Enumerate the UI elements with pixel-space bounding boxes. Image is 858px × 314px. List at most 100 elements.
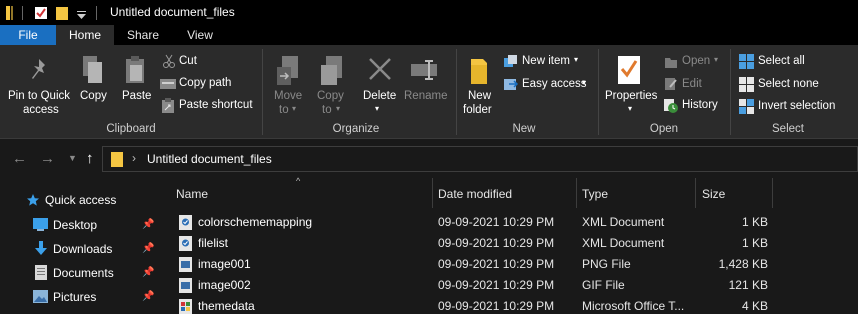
properties-icon [617,55,641,88]
file-date: 09-09-2021 10:29 PM [438,299,555,313]
new-folder-quick-icon[interactable] [56,6,68,23]
nav-item-quick-access[interactable]: Quick access [0,189,162,211]
new-folder-icon [469,57,489,88]
delete-x-icon [368,57,392,84]
copy-path-label: Copy path [179,77,232,89]
desktop-icon [33,218,48,234]
table-row[interactable]: image001 09-09-2021 10:29 PM PNG File 1,… [162,254,858,275]
ribbon-divider [262,49,263,135]
properties-label: Properties [605,90,658,102]
address-bar[interactable]: › Untitled document_files [102,146,858,172]
column-header-label: Name [176,187,209,201]
file-type: Microsoft Office T... [582,299,685,313]
column-header-label: Date modified [438,187,513,201]
documents-icon [35,265,47,283]
column-header-date-modified[interactable]: Date modified [433,178,576,208]
image-file-icon [179,257,192,272]
new-item-dropdown-icon: ▾ [574,55,579,64]
breadcrumb-chevron-icon[interactable]: › [132,151,136,165]
column-header-type[interactable]: Type [577,178,695,208]
file-list: ^ Name Date modified Type Size colorsche… [162,176,858,314]
file-date: 09-09-2021 10:29 PM [438,236,555,250]
title-bar: Untitled document_files [0,0,858,25]
copy-to-dropdown-icon: ▾ [336,104,341,113]
rename-icon [410,59,438,84]
pin-label-line2: access [23,104,59,116]
address-row: ← → ▼ ↑ › Untitled document_files [0,140,858,178]
image-file-icon [179,278,192,293]
tab-home[interactable]: Home [56,25,114,45]
tab-file[interactable]: File [0,25,56,45]
invert-selection-icon [739,99,754,117]
table-row[interactable]: image002 09-09-2021 10:29 PM GIF File 12… [162,275,858,296]
copy-path-icon [160,78,176,93]
file-size: 121 KB [728,278,768,292]
delete-label: Delete [363,90,397,102]
file-size: 1 KB [741,215,768,229]
column-header-label: Size [702,187,726,201]
new-group-label: New [512,123,536,135]
file-size: 4 KB [741,299,768,313]
table-row[interactable]: themedata 09-09-2021 10:29 PM Microsoft … [162,296,858,314]
tab-share[interactable]: Share [114,25,172,45]
ribbon-divider [598,49,599,135]
file-size: 1 KB [741,236,768,250]
open-group-label: Open [649,123,679,135]
paste-label: Paste [122,90,152,102]
download-arrow-icon [34,241,48,259]
column-divider[interactable] [772,178,773,208]
select-all-label: Select all [758,55,805,67]
up-arrow-icon[interactable]: ↑ [86,150,94,167]
history-label: History [682,99,718,111]
table-row[interactable]: colorschememapping 09-09-2021 10:29 PM X… [162,212,858,233]
file-type: GIF File [582,278,625,292]
recent-locations-chevron-down-icon[interactable]: ▼ [68,153,77,163]
forward-arrow-icon[interactable]: → [40,150,55,167]
edit-label: Edit [682,78,702,90]
column-header-label: Type [582,187,609,201]
tab-view[interactable]: View [172,25,228,45]
move-to-label-line1: Move [274,90,303,102]
new-item-icon [503,54,519,71]
pin-icon[interactable]: 📌 [142,291,154,302]
properties-dropdown-icon: ▾ [628,104,633,113]
ribbon-tabs: File Home Share View [0,25,858,45]
table-row[interactable]: filelist 09-09-2021 10:29 PM XML Documen… [162,233,858,254]
file-type: PNG File [582,257,631,271]
nav-item-pictures[interactable]: Pictures 📌 [0,286,162,308]
back-arrow-icon[interactable]: ← [12,150,27,167]
column-header-size[interactable]: Size [696,178,772,208]
ribbon-divider [730,49,731,135]
pin-icon[interactable]: 📌 [142,267,154,278]
file-date: 09-09-2021 10:29 PM [438,257,555,271]
copy-to-label-line2: to [322,104,332,116]
nav-item-downloads[interactable]: Downloads 📌 [0,238,162,260]
xml-file-icon [179,215,192,230]
properties-check-icon[interactable] [34,6,48,23]
nav-label: Quick access [45,193,117,207]
file-name: themedata [198,299,255,313]
easy-access-dropdown-icon: ▾ [582,78,587,87]
paste-shortcut-label: Paste shortcut [179,99,253,111]
paste-icon [125,55,147,88]
pin-icon[interactable]: 📌 [142,243,154,254]
easy-access-label: Easy access [522,78,587,90]
column-header-name[interactable]: Name [162,178,432,208]
nav-label: Pictures [53,290,97,304]
title-separator [96,6,98,23]
navigation-pane: Quick access Desktop 📌 Downloads 📌 Docum… [0,178,162,314]
select-all-icon [739,54,754,72]
paste-shortcut-icon [161,98,175,116]
organize-group-label: Organize [332,123,380,135]
nav-item-desktop[interactable]: Desktop 📌 [0,214,162,236]
new-folder-label-line1: New [468,90,492,102]
cut-label: Cut [179,55,197,67]
copy-to-label-line1: Copy [317,90,344,102]
file-name: filelist [198,236,229,250]
customize-toolbar-dropdown-icon[interactable] [77,8,86,22]
pin-icon[interactable]: 📌 [142,219,154,230]
nav-item-documents[interactable]: Documents 📌 [0,262,162,284]
open-dropdown-icon: ▾ [714,55,719,64]
address-path[interactable]: Untitled document_files [147,152,272,166]
folder-icon [111,152,125,170]
